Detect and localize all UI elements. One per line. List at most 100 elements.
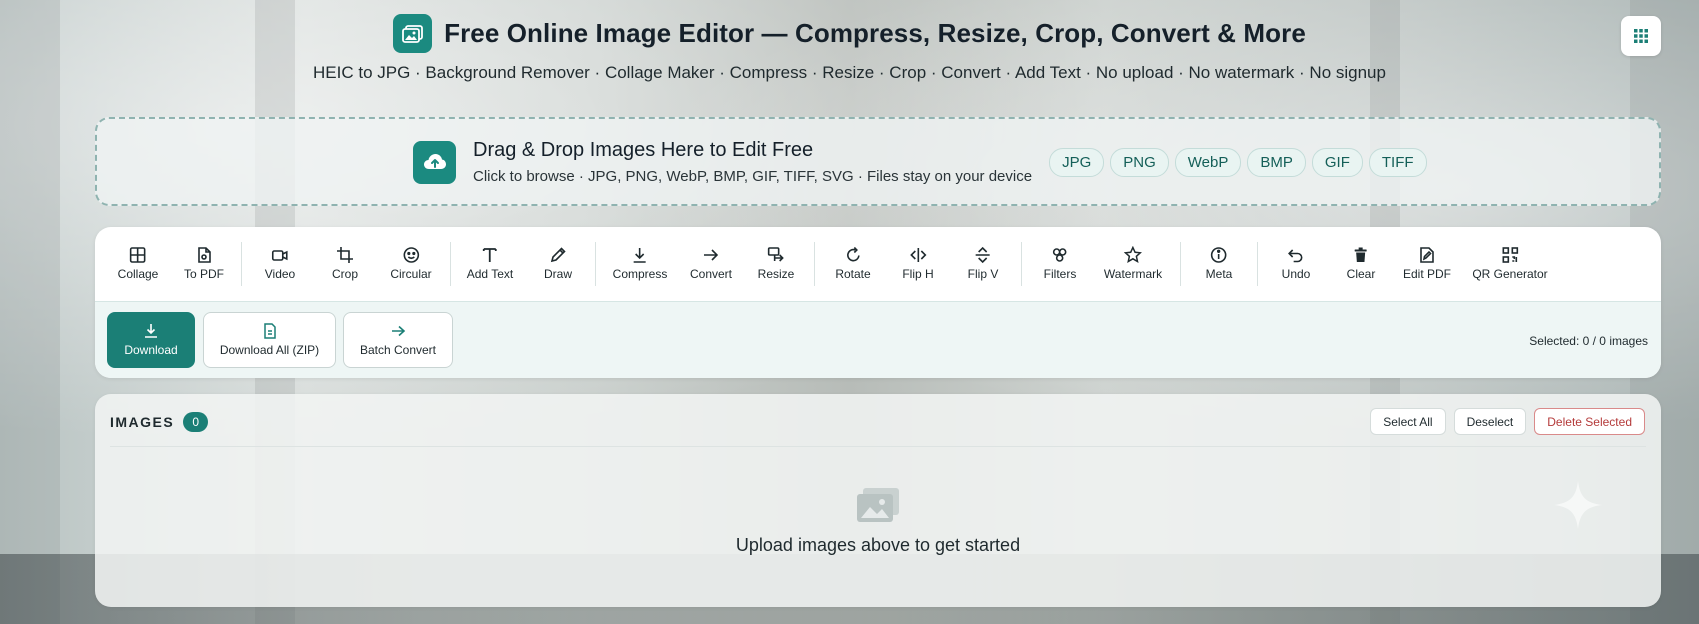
tool-video[interactable]: Video	[265, 246, 295, 281]
divider	[110, 446, 1646, 447]
tool-label: Crop	[331, 267, 359, 281]
upload-dropzone[interactable]: Drag & Drop Images Here to Edit Free Cli…	[95, 117, 1661, 206]
batch-convert-label: Batch Convert	[359, 343, 437, 357]
tool-label: Compress	[612, 267, 668, 281]
tool-compress[interactable]: Compress	[612, 246, 668, 281]
tool-filters[interactable]: Filters	[1043, 246, 1077, 281]
tool-label: Clear	[1346, 267, 1376, 281]
flip-horizontal-icon	[909, 248, 927, 262]
undo-icon	[1288, 249, 1303, 263]
info-icon	[1211, 247, 1227, 263]
tool-clear[interactable]: Clear	[1346, 246, 1376, 281]
tool-circular[interactable]: Circular	[390, 246, 432, 281]
tool-to-pdf[interactable]: To PDF	[184, 246, 224, 281]
sparkle-icon	[1554, 481, 1602, 529]
tool-rotate[interactable]: Rotate	[835, 246, 871, 281]
deselect-button[interactable]: Deselect	[1453, 408, 1527, 435]
tool-label: Add Text	[466, 267, 514, 281]
tool-label: Resize	[757, 267, 795, 281]
format-chips: JPG PNG WebP BMP GIF TIFF	[1049, 147, 1427, 177]
images-heading: IMAGES	[110, 414, 175, 430]
tool-label: Undo	[1281, 267, 1311, 281]
crop-icon	[336, 247, 353, 263]
tool-label: Flip V	[967, 267, 999, 281]
filters-icon	[1053, 248, 1067, 262]
download-all-zip-button[interactable]: Download All (ZIP)	[203, 312, 336, 368]
image-logo-icon	[393, 14, 433, 53]
format-chip: WebP	[1174, 147, 1242, 177]
tool-meta[interactable]: Meta	[1205, 246, 1233, 281]
tool-label: Video	[264, 267, 296, 281]
cloud-upload-icon	[413, 140, 456, 184]
download-all-label: Download All (ZIP)	[219, 343, 320, 357]
empty-state: Upload images above to get started	[95, 486, 1661, 556]
trash-icon	[1355, 247, 1367, 262]
tool-draw[interactable]: Draw	[544, 246, 572, 281]
tool-label: Watermark	[1103, 267, 1163, 281]
resize-icon	[768, 247, 785, 262]
batch-convert-button[interactable]: Batch Convert	[343, 312, 453, 368]
star-icon	[1123, 246, 1142, 264]
qr-icon	[1502, 247, 1518, 263]
tool-collage[interactable]: Collage	[117, 246, 159, 281]
images-panel: IMAGES 0 Select All Deselect Delete Sele…	[95, 394, 1661, 607]
tool-label: Collage	[117, 267, 159, 281]
empty-state-text: Upload images above to get started	[735, 535, 1021, 555]
tool-watermark[interactable]: Watermark	[1104, 246, 1162, 281]
action-bar: Download Download All (ZIP) Batch Conver…	[95, 301, 1661, 378]
tool-label: Flip H	[902, 267, 934, 281]
editor-toolbar-panel: Collage To PDF Video Crop Circular Add T…	[95, 227, 1661, 378]
file-icon	[263, 323, 276, 339]
pencil-icon	[550, 247, 566, 263]
tool-add-text[interactable]: Add Text	[467, 246, 513, 281]
circle-face-icon	[403, 247, 419, 263]
format-chip: PNG	[1110, 147, 1169, 177]
rotate-icon	[846, 246, 860, 262]
delete-selected-button[interactable]: Delete Selected	[1534, 408, 1645, 435]
tool-label: To PDF	[183, 267, 225, 281]
dropzone-title: Drag & Drop Images Here to Edit Free	[473, 139, 814, 161]
image-count-badge: 0	[183, 412, 209, 432]
edit-file-icon	[1420, 247, 1434, 263]
tool-flip-v[interactable]: Flip V	[967, 246, 999, 281]
page-title: Free Online Image Editor — Compress, Res…	[444, 18, 1306, 48]
select-all-button[interactable]: Select All	[1370, 408, 1446, 435]
page-subtitle: HEIC to JPG · Background Remover · Colla…	[313, 63, 1386, 82]
format-chip: BMP	[1247, 147, 1306, 177]
tool-label: Edit PDF	[1402, 267, 1452, 281]
grid-icon	[130, 247, 146, 263]
download-arrow-icon	[634, 248, 646, 263]
tool-bar: Collage To PDF Video Crop Circular Add T…	[95, 227, 1661, 301]
dropzone-subtitle: Click to browse · JPG, PNG, WebP, BMP, G…	[473, 168, 1033, 185]
tool-undo[interactable]: Undo	[1281, 246, 1311, 281]
arrow-right-icon	[392, 325, 406, 337]
tool-edit-pdf[interactable]: Edit PDF	[1403, 246, 1451, 281]
pdf-file-icon	[198, 247, 211, 263]
format-chip: TIFF	[1368, 147, 1427, 177]
tool-flip-h[interactable]: Flip H	[902, 246, 934, 281]
tool-label: Circular	[390, 267, 432, 281]
download-button[interactable]: Download	[107, 312, 195, 368]
apps-grid-button[interactable]	[1621, 16, 1661, 56]
tool-label: Draw	[543, 267, 573, 281]
tool-label: QR Generator	[1472, 267, 1548, 281]
arrow-right-icon	[704, 249, 719, 261]
download-label: Download	[124, 343, 178, 357]
format-chip: GIF	[1311, 147, 1363, 177]
format-chip: JPG	[1049, 147, 1105, 177]
tool-label: Convert	[689, 267, 733, 281]
download-icon	[145, 324, 157, 338]
images-placeholder-icon	[857, 488, 899, 522]
tool-convert[interactable]: Convert	[690, 246, 732, 281]
tool-label: Rotate	[835, 267, 871, 281]
tool-label: Meta	[1205, 267, 1233, 281]
apps-grid-icon	[1634, 29, 1648, 43]
tool-crop[interactable]: Crop	[332, 246, 358, 281]
video-icon	[272, 250, 288, 261]
tool-label: Filters	[1043, 267, 1077, 281]
tool-qr-generator[interactable]: QR Generator	[1472, 246, 1548, 281]
tool-resize[interactable]: Resize	[757, 246, 795, 281]
text-icon	[483, 248, 497, 262]
selection-counter: Selected: 0 / 0 images	[1529, 334, 1648, 348]
page-header: Free Online Image Editor — Compress, Res…	[0, 14, 1699, 83]
